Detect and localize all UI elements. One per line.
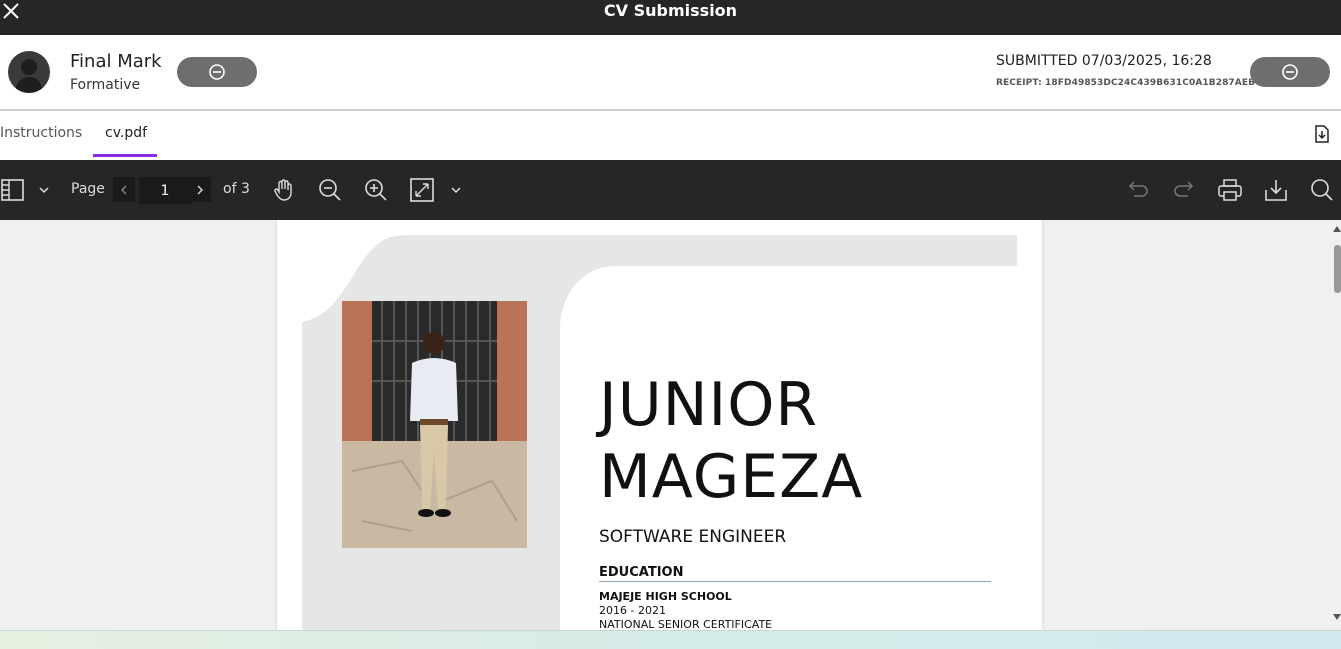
- minus-circle-icon: [1282, 64, 1298, 80]
- zoom-in-icon[interactable]: [363, 177, 389, 203]
- submission-toggle-button[interactable]: [1250, 57, 1330, 87]
- submitted-timestamp: SUBMITTED 07/03/2025, 16:28: [996, 53, 1212, 69]
- scroll-up-arrow-icon[interactable]: [1333, 226, 1341, 232]
- scroll-down-arrow-icon[interactable]: [1333, 614, 1341, 620]
- fit-page-icon[interactable]: [409, 177, 435, 203]
- page-number-input[interactable]: [139, 177, 191, 204]
- cv-school-name: MAJEJE HIGH SCHOOL: [599, 590, 732, 603]
- cv-school-years: 2016 - 2021: [599, 604, 666, 617]
- os-taskbar: [0, 630, 1341, 649]
- download-file-icon[interactable]: [1313, 125, 1331, 143]
- formative-label: Formative: [70, 77, 141, 93]
- chevron-left-icon: [121, 185, 127, 194]
- zoom-out-icon[interactable]: [317, 177, 343, 203]
- profile-photo: [342, 301, 527, 548]
- search-icon[interactable]: [1309, 177, 1335, 203]
- chevron-right-icon: [197, 185, 203, 194]
- chevron-down-icon[interactable]: [445, 177, 467, 203]
- submission-header: Final Mark Formative SUBMITTED 07/03/202…: [0, 35, 1341, 111]
- page-count: of 3: [223, 181, 250, 197]
- avatar: [8, 51, 50, 93]
- cv-certificate: NATIONAL SENIOR CERTIFICATE: [599, 618, 773, 630]
- chevron-down-icon[interactable]: [33, 177, 55, 203]
- cv-last-name: MAGEZA: [599, 442, 864, 512]
- sidebar-toggle-icon[interactable]: [0, 177, 26, 203]
- next-page-button[interactable]: [189, 177, 211, 202]
- cv-first-name: JUNIOR: [599, 370, 819, 440]
- tab-bar: Instructions cv.pdf: [0, 111, 1341, 160]
- download-icon[interactable]: [1263, 177, 1289, 203]
- final-mark-label: Final Mark: [70, 51, 162, 72]
- minus-circle-icon: [209, 64, 225, 80]
- divider: [599, 581, 991, 582]
- cv-role: SOFTWARE ENGINEER: [599, 527, 787, 547]
- hand-tool-icon[interactable]: [271, 177, 297, 203]
- tab-instructions[interactable]: Instructions: [0, 125, 82, 141]
- pdf-toolbar: Page of 3: [0, 160, 1341, 220]
- receipt-id: RECEIPT: 18FD49853DC24C439B631C0A1B287AE…: [996, 78, 1256, 88]
- mark-toggle-button[interactable]: [177, 57, 257, 87]
- window-title: CV Submission: [603, 1, 738, 20]
- tab-cv-pdf[interactable]: cv.pdf: [105, 125, 147, 141]
- redo-icon[interactable]: [1171, 177, 1197, 203]
- document-viewer[interactable]: JUNIOR MAGEZA SOFTWARE ENGINEER EDUCATIO…: [0, 220, 1341, 630]
- print-icon[interactable]: [1217, 177, 1243, 203]
- title-bar: CV Submission: [0, 0, 1341, 35]
- previous-page-button[interactable]: [113, 177, 135, 202]
- cv-section-heading: EDUCATION: [599, 565, 684, 580]
- undo-icon[interactable]: [1125, 177, 1151, 203]
- page-label: Page: [71, 181, 105, 197]
- scrollbar-thumb[interactable]: [1334, 245, 1341, 293]
- active-tab-indicator: [93, 154, 157, 157]
- pdf-page: JUNIOR MAGEZA SOFTWARE ENGINEER EDUCATIO…: [277, 220, 1042, 630]
